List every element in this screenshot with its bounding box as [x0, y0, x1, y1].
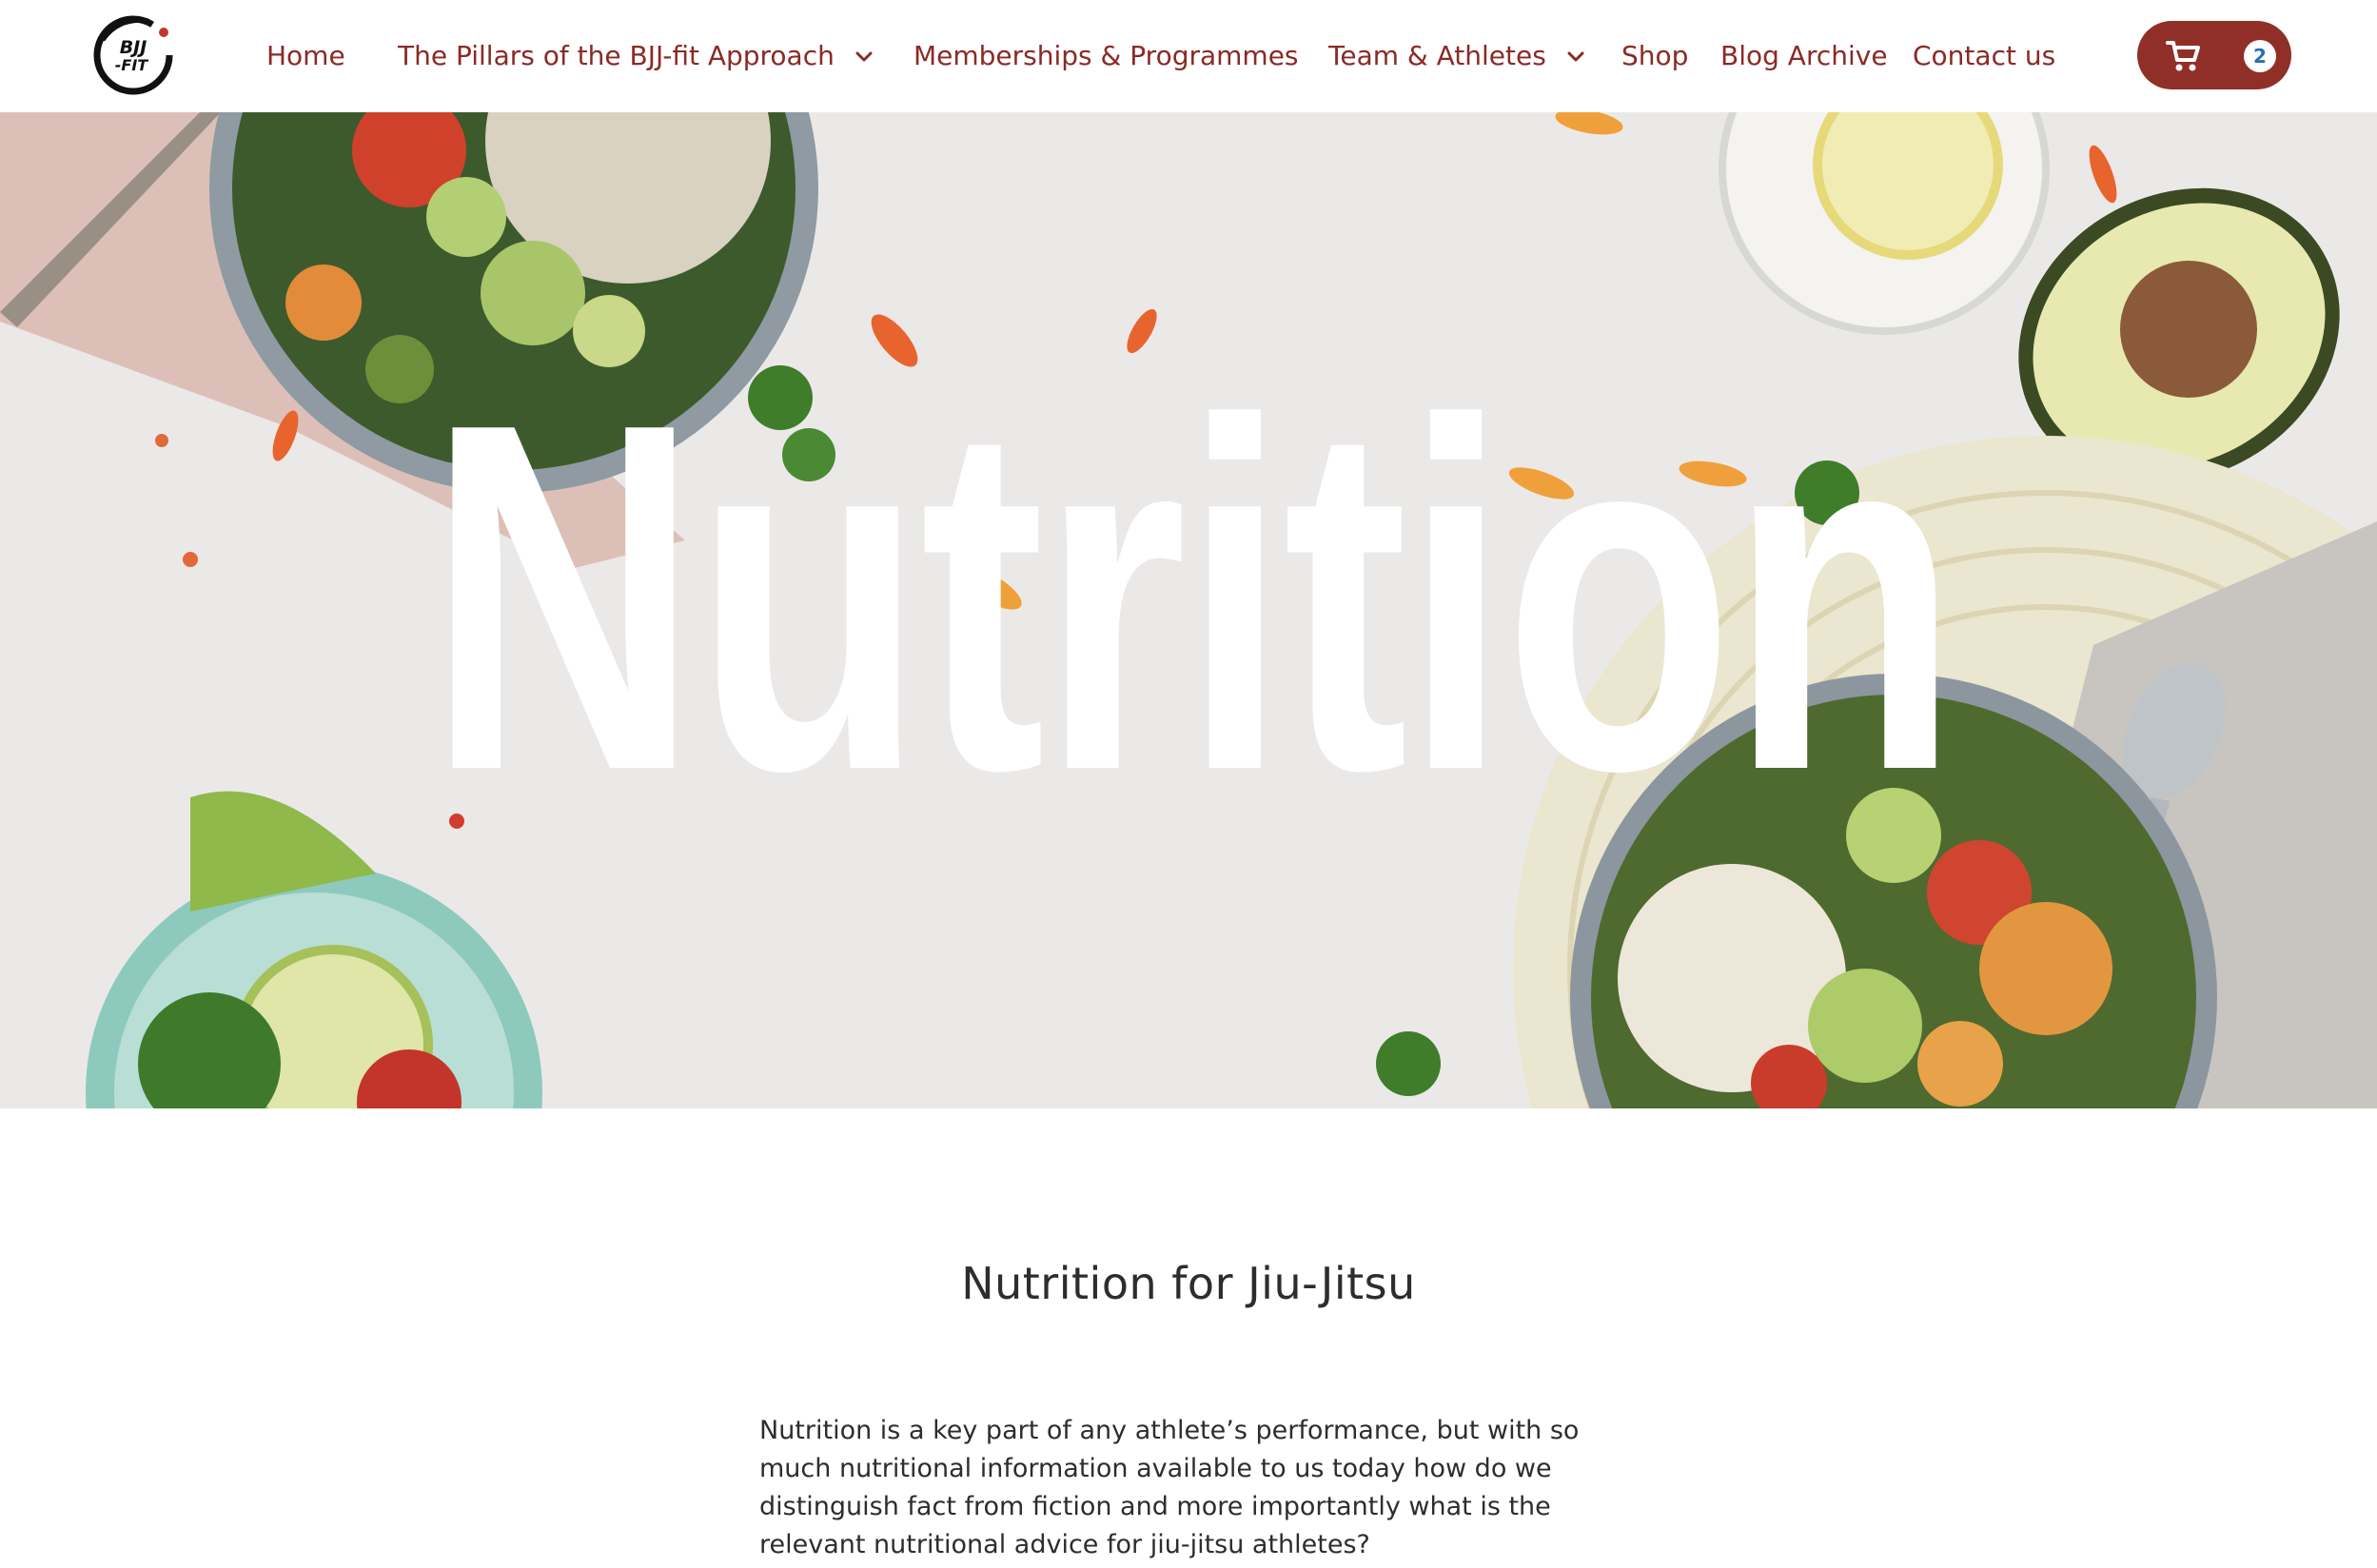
svg-text:BJJ: BJJ — [120, 37, 147, 58]
shopping-cart-icon — [2166, 41, 2200, 71]
intro-paragraph: Nutrition is a key part of any athlete’s… — [759, 1416, 1580, 1559]
nav-label: Shop — [1621, 40, 1689, 71]
section-heading: Nutrition for Jiu-Jitsu — [961, 1258, 1416, 1309]
hero-title: Nutrition — [427, 321, 1959, 873]
nav-shop[interactable]: Shop — [1621, 36, 1688, 76]
svg-text:-FIT: -FIT — [115, 56, 149, 74]
nav-label: Contact us — [1913, 40, 2056, 71]
nav-memberships[interactable]: Memberships & Programmes — [913, 36, 1299, 76]
nav-blog-archive[interactable]: Blog Archive — [1720, 36, 1888, 76]
nav-label: Home — [266, 40, 345, 71]
nav-pillars[interactable]: The Pillars of the BJJ-fit Approach — [398, 36, 874, 76]
chevron-down-icon — [855, 51, 873, 62]
nav-contact[interactable]: Contact us — [1913, 36, 2055, 76]
site-header: BJJ -FIT Home The Pillars of the BJJ-fit… — [0, 0, 2377, 112]
nav-label: The Pillars of the BJJ-fit Approach — [398, 40, 835, 71]
hero-banner: Nutrition — [0, 112, 2377, 1108]
nav-team-athletes[interactable]: Team & Athletes — [1328, 36, 1586, 76]
nav-label: Memberships & Programmes — [913, 40, 1299, 71]
nav-label: Team & Athletes — [1328, 40, 1546, 71]
nav-label: Blog Archive — [1720, 40, 1888, 71]
cart-count-badge: 2 — [2244, 40, 2276, 72]
nav-home[interactable]: Home — [266, 36, 345, 76]
chevron-down-icon — [1567, 51, 1584, 62]
cart-button[interactable]: 2 — [2137, 21, 2291, 89]
bjj-fit-logo[interactable]: BJJ -FIT — [89, 11, 177, 95]
